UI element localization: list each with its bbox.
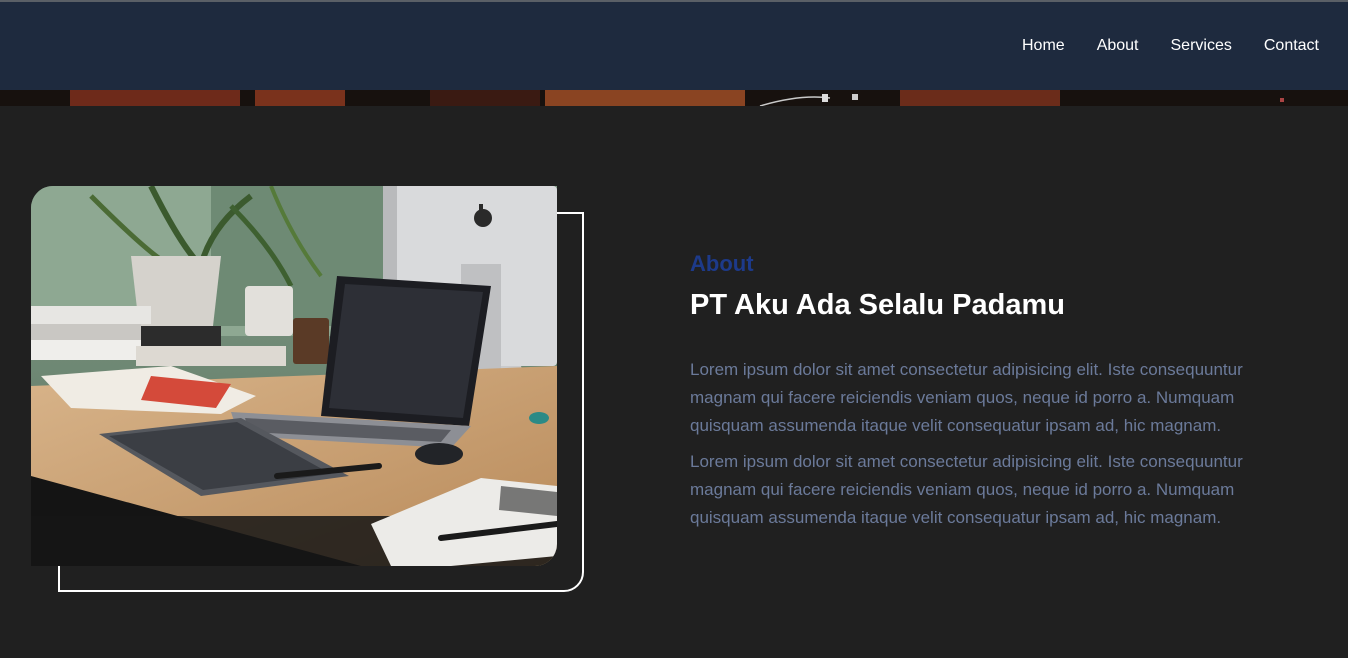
nav-contact-link[interactable]: Contact bbox=[1264, 37, 1319, 55]
navbar: Home About Services Contact bbox=[0, 2, 1348, 90]
nav-home-link[interactable]: Home bbox=[1022, 37, 1065, 55]
about-section: About PT Aku Ada Selalu Padamu Lorem ips… bbox=[0, 106, 1348, 658]
workspace-photo bbox=[31, 186, 557, 566]
hero-image-strip bbox=[0, 90, 1348, 106]
nav-links: Home About Services Contact bbox=[1022, 2, 1319, 90]
section-label: About bbox=[690, 251, 754, 276]
company-title: PT Aku Ada Selalu Padamu bbox=[690, 289, 1065, 321]
about-paragraph-1: Lorem ipsum dolor sit amet consectetur a… bbox=[690, 360, 1243, 435]
nav-about-link[interactable]: About bbox=[1097, 37, 1139, 55]
about-paragraph-2: Lorem ipsum dolor sit amet consectetur a… bbox=[690, 452, 1243, 527]
nav-services-link[interactable]: Services bbox=[1171, 37, 1232, 55]
